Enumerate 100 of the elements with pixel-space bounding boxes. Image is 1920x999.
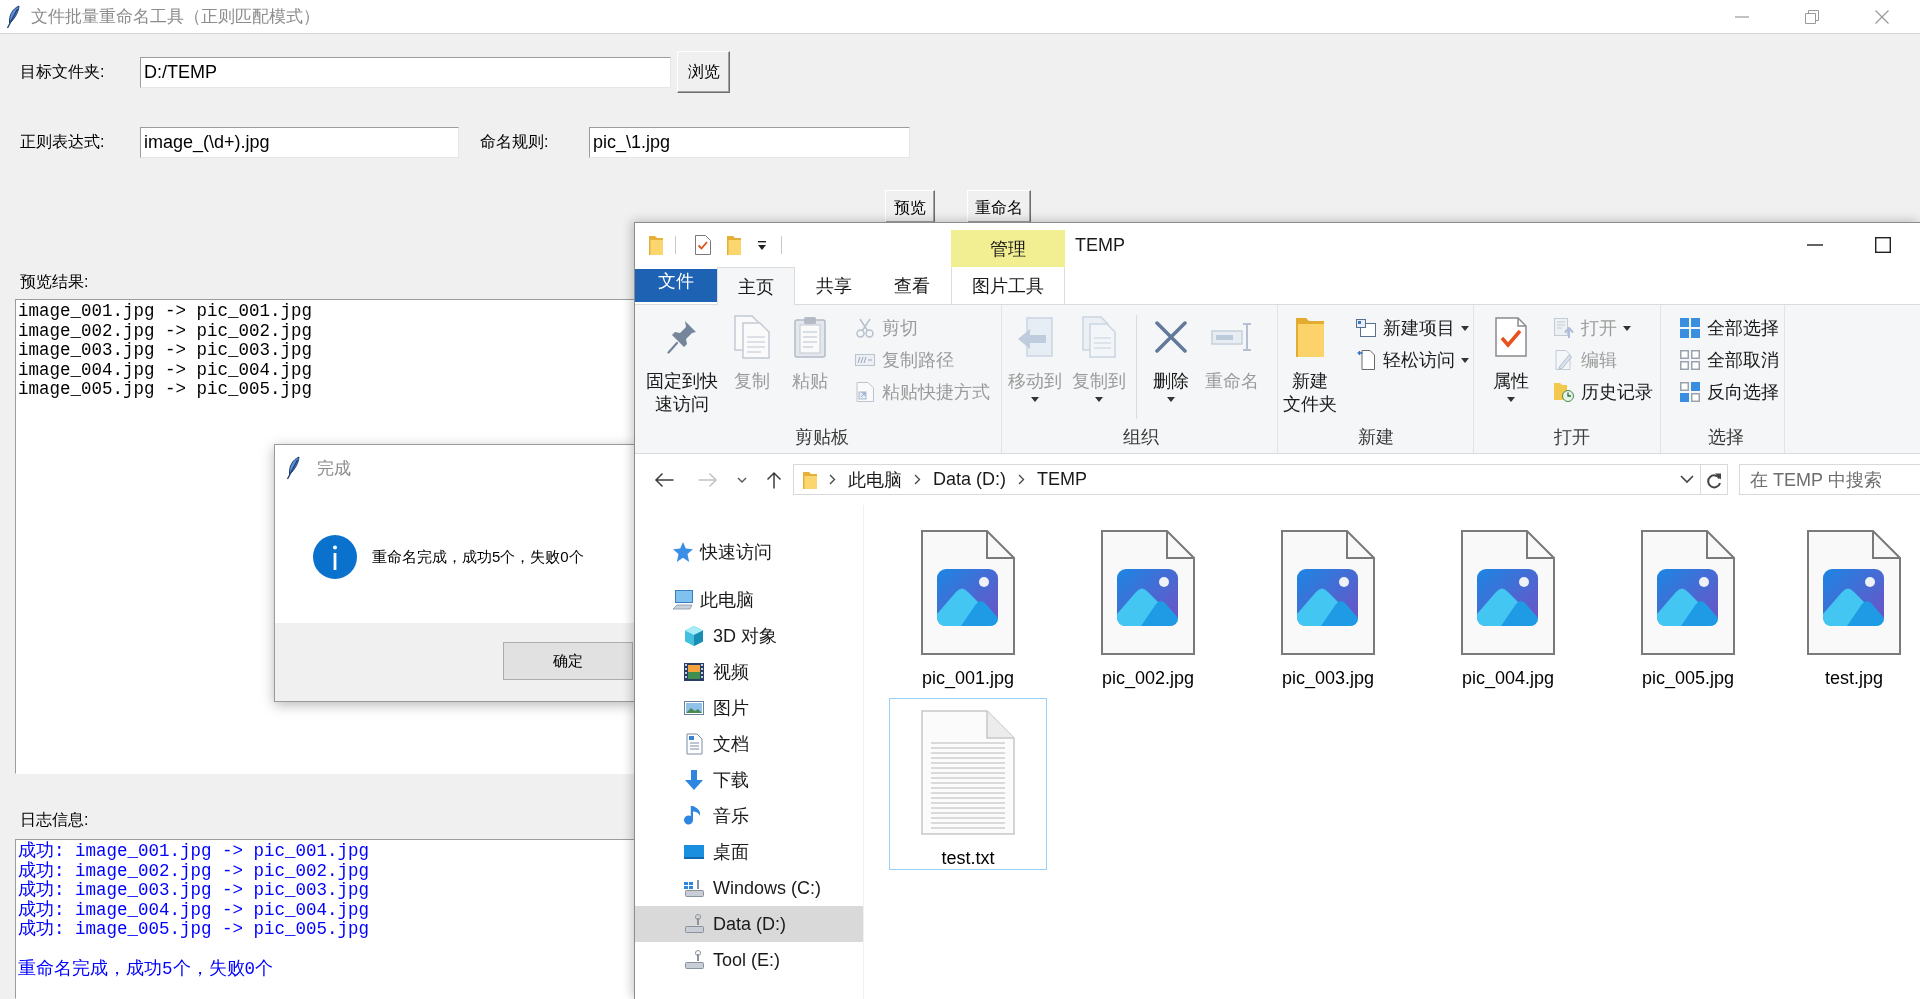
clipboard-icon [794, 316, 826, 358]
image-file-icon [1641, 530, 1735, 655]
nav-item[interactable]: 3D 对象 [635, 618, 863, 654]
refresh-button[interactable] [1701, 464, 1728, 495]
drive-icon [683, 949, 705, 971]
folder-icon [1296, 317, 1324, 357]
file-item[interactable]: pic_005.jpg [1609, 518, 1767, 690]
chevron-right-icon[interactable] [1018, 474, 1025, 485]
history-icon [1554, 382, 1574, 402]
restore-icon[interactable] [1805, 9, 1819, 24]
section-label: 日志信息: [20, 810, 89, 830]
log-line: 成功: image_002.jpg -> pic_002.jpg [18, 861, 370, 881]
ribbon-group-label: 新建 [1358, 426, 1394, 448]
file-item[interactable]: pic_001.jpg [889, 518, 1047, 690]
ribbon-tab[interactable]: 查看 [873, 267, 951, 304]
ribbon-button[interactable]: 轻松访问 [1351, 344, 1473, 376]
nav-item[interactable]: 文档 [635, 726, 863, 762]
ribbon-tab[interactable]: 文件 [635, 269, 717, 302]
text-file-icon [921, 710, 1015, 835]
ok-button[interactable]: 确定 [503, 642, 633, 680]
file-item[interactable]: pic_004.jpg [1429, 518, 1587, 690]
address-bar[interactable]: 此电脑 Data (D:) TEMP [793, 464, 1701, 495]
ribbon-group-label: 组织 [1122, 426, 1159, 448]
select-none-icon [1680, 350, 1700, 370]
image-file-icon [1101, 530, 1195, 655]
dialog-message: 重命名完成，成功5个，失败0个 [372, 547, 584, 567]
rename-rule-field[interactable]: pic_\1.jpg [589, 126, 910, 158]
ribbon-button[interactable]: 删除 [1143, 305, 1199, 402]
search-field[interactable]: 在 TEMP 中搜索 [1739, 464, 1920, 495]
nav-item[interactable]: Windows (C:) [635, 870, 863, 906]
maximize-icon[interactable] [1875, 237, 1891, 253]
chevron-right-icon[interactable] [914, 474, 921, 485]
folder-icon [803, 470, 817, 489]
file-item[interactable]: pic_003.jpg [1249, 518, 1407, 690]
scissors-icon [856, 318, 874, 338]
log-text-area[interactable]: 成功: image_001.jpg -> pic_001.jpg 成功: image_002.jpg -> pic_002.jpg 成功: image_003.jpg -> pic_003.jpg 成功: image_004.jpg -> pic_004.jpg 成功: image_005.jpg -> pic_005.jpg 重命名完成，成功5个，失败0个 [15, 839, 636, 999]
preview-line: image_004.jpg -> pic_004.jpg [18, 360, 313, 381]
folder-path-field[interactable]: D:/TEMP [140, 56, 671, 88]
browse-button[interactable]: 浏览 [677, 51, 730, 93]
rename-button[interactable]: 重命名 [967, 190, 1031, 223]
invert-selection-icon [1680, 382, 1700, 402]
breadcrumb[interactable]: TEMP [1037, 469, 1088, 490]
edit-icon [1555, 350, 1573, 370]
ribbon-group-label: 剪贴板 [794, 426, 849, 448]
system-drive-icon [683, 877, 705, 899]
feather-icon [6, 4, 20, 29]
up-arrow-icon[interactable] [766, 470, 782, 489]
file-item[interactable]: test.txt [889, 698, 1047, 870]
computer-icon [672, 589, 694, 611]
ribbon-tab[interactable]: 共享 [795, 267, 873, 304]
shortcut-icon [856, 382, 874, 402]
context-tab-header: 管理 [951, 230, 1065, 267]
ribbon-tab[interactable]: 主页 [717, 267, 795, 305]
download-icon [683, 769, 705, 791]
ribbon-button[interactable]: 历史记录 [1549, 376, 1657, 408]
drive-icon [683, 913, 705, 935]
breadcrumb[interactable]: 此电脑 [848, 467, 902, 492]
nav-item[interactable]: 视频 [635, 654, 863, 690]
ribbon-button[interactable]: 属性 [1483, 305, 1539, 402]
ribbon-button[interactable]: 固定到快 速访问 [642, 305, 722, 416]
ribbon-button[interactable]: 新建项目 [1351, 312, 1473, 344]
ribbon-button[interactable]: 新建 文件夹 [1279, 305, 1341, 416]
nav-item[interactable]: 此电脑 [635, 582, 863, 618]
chevron-right-icon[interactable] [829, 474, 836, 485]
log-summary: 重命名完成，成功5个，失败0个 [18, 959, 273, 980]
preview-line: image_002.jpg -> pic_002.jpg [18, 321, 313, 342]
nav-item[interactable]: 音乐 [635, 798, 863, 834]
new-item-icon [1356, 319, 1376, 337]
nav-item[interactable]: 下载 [635, 762, 863, 798]
chevron-down-icon[interactable] [1680, 475, 1694, 484]
page-icon [1357, 350, 1375, 370]
ribbon-button[interactable]: 全部选择 [1675, 312, 1783, 344]
nav-item[interactable]: 桌面 [635, 834, 863, 870]
ribbon-button[interactable]: 全部取消 [1675, 344, 1783, 376]
nav-item[interactable]: Data (D:) [635, 906, 863, 942]
nav-item[interactable]: 图片 [635, 690, 863, 726]
checkmark-page-icon[interactable] [693, 235, 713, 255]
close-icon[interactable] [1875, 9, 1889, 24]
checkmark-page-icon [1495, 317, 1527, 357]
nav-item[interactable]: 快速访问 [635, 534, 863, 570]
cube-icon [683, 625, 705, 647]
nav-item[interactable]: Tool (E:) [635, 942, 863, 978]
caret-icon[interactable] [757, 240, 767, 250]
regex-field[interactable]: image_(\d+).jpg [140, 126, 459, 158]
chevron-down-icon[interactable] [737, 476, 747, 483]
log-line: 成功: image_005.jpg -> pic_005.jpg [18, 920, 370, 940]
document-icon [683, 733, 705, 755]
image-file-icon [1807, 530, 1901, 655]
info-icon [313, 535, 357, 579]
log-line: 成功: image_001.jpg -> pic_001.jpg [18, 842, 370, 861]
ribbon-button[interactable]: 反向选择 [1675, 376, 1783, 408]
back-arrow-icon[interactable] [654, 471, 674, 488]
preview-button[interactable]: 预览 [885, 190, 935, 223]
preview-line: image_001.jpg -> pic_001.jpg [18, 302, 313, 322]
file-item[interactable]: test.jpg [1789, 518, 1919, 690]
log-line: 成功: image_003.jpg -> pic_003.jpg [18, 881, 370, 901]
file-item[interactable]: pic_002.jpg [1069, 518, 1227, 690]
pin-icon [667, 320, 697, 354]
open-icon [1554, 318, 1574, 338]
breadcrumb[interactable]: Data (D:) [933, 469, 1006, 490]
